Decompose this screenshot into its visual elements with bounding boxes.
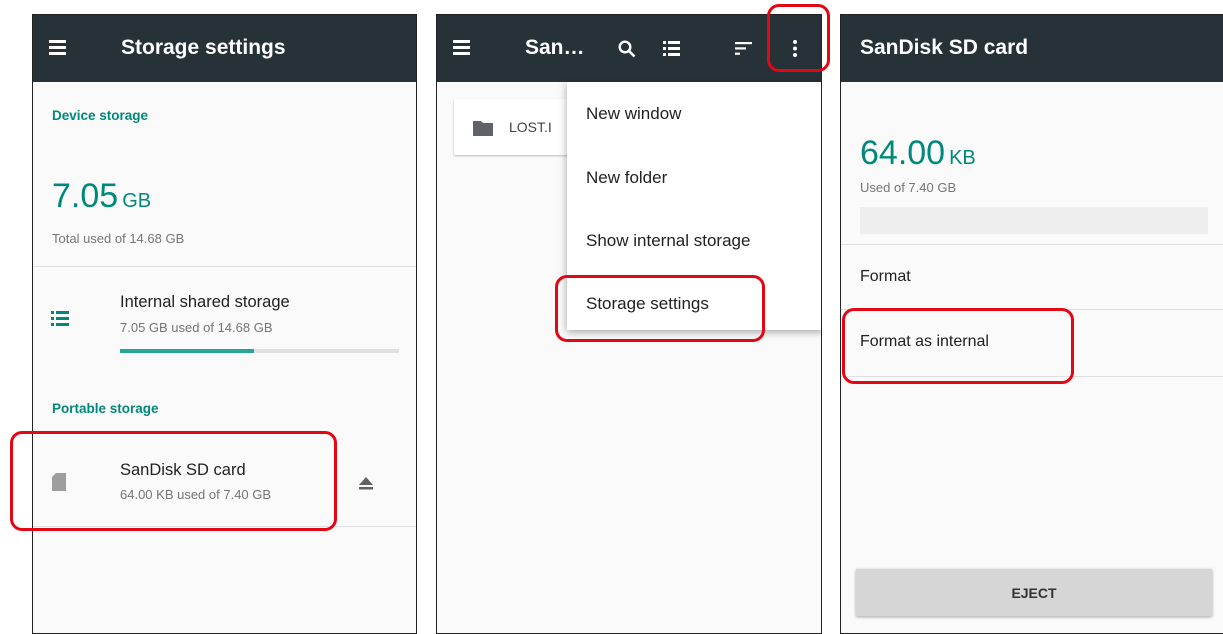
list-view-icon[interactable] [663,41,680,56]
sd-used-value: 64.00 [860,134,946,172]
storage-settings-screen: Storage settings Device storage 7.05 GB T… [32,14,417,634]
folder-name: LOST.I [509,119,552,135]
app-bar: Storage settings [33,15,416,82]
highlight-more-button [767,4,830,72]
internal-storage-title: Internal shared storage [120,293,290,311]
menu-item-show-internal-storage[interactable]: Show internal storage [586,231,750,251]
menu-icon[interactable] [453,40,470,55]
sd-used-text: Used of 7.40 GB [860,180,957,195]
format-item[interactable]: Format [841,245,1223,308]
sd-used-unit: KB [949,147,976,169]
format-label: Format [860,268,911,285]
sort-icon[interactable] [735,42,752,55]
sd-used-amount: 64.00 KB [860,134,976,173]
folder-icon [473,121,493,136]
device-used-value: 7.05 [52,177,119,215]
sd-usage-bar [860,207,1208,234]
app-bar-title: Storage settings [121,36,286,59]
highlight-storage-settings [555,275,765,342]
app-bar-title: SanDisk SD card [860,36,1029,59]
portable-storage-header: Portable storage [52,401,159,416]
device-used-unit: GB [122,190,152,212]
device-storage-header: Device storage [52,108,149,123]
internal-storage-subtitle: 7.05 GB used of 14.68 GB [120,320,273,335]
storage-list-icon [51,311,69,326]
device-total-text: Total used of 14.68 GB [52,231,185,246]
internal-storage-progress [120,349,399,353]
highlight-format-as-internal [842,308,1074,384]
menu-item-new-window[interactable]: New window [586,104,681,124]
eject-icon[interactable] [359,477,373,490]
search-icon[interactable] [618,40,636,58]
menu-item-new-folder[interactable]: New folder [586,168,667,188]
device-used-amount: 7.05 GB [52,177,151,216]
highlight-sd-card [10,431,337,531]
app-bar-title: San… [525,36,585,59]
app-bar: San… [437,15,821,82]
app-bar: SanDisk SD card [841,15,1223,82]
internal-shared-storage-item[interactable]: Internal shared storage 7.05 GB used of … [33,267,416,372]
internal-storage-progress-fill [120,349,254,353]
menu-icon[interactable] [49,40,66,55]
eject-button[interactable]: EJECT [856,569,1212,616]
